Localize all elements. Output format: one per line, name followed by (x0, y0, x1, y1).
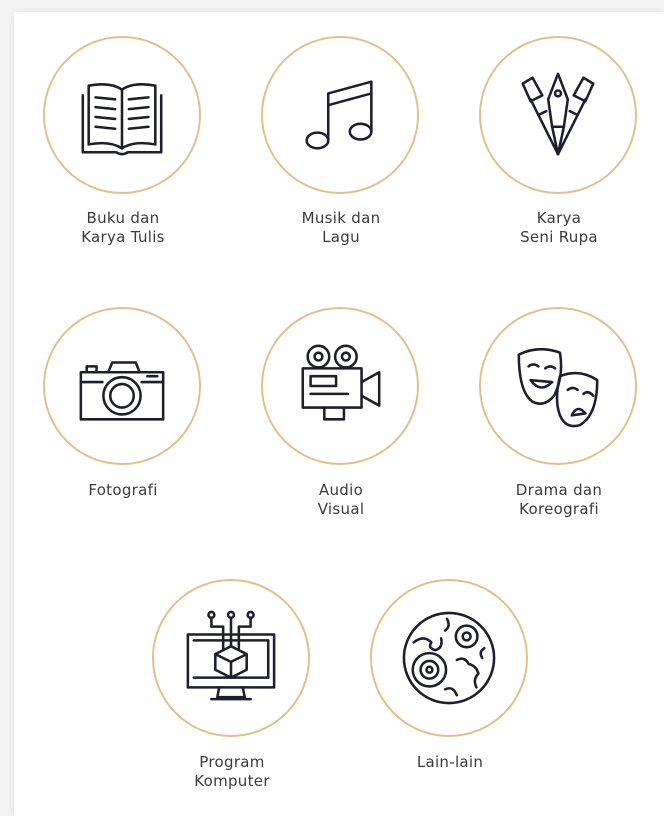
category-label-fotografi: Fotografi (23, 481, 223, 500)
category-circle-musik[interactable] (261, 36, 419, 194)
category-circle-program[interactable] (152, 579, 310, 737)
label-line-1: Lain-lain (416, 753, 484, 771)
open-book-icon (81, 83, 163, 156)
category-label-audio-visual: Audio Visual (241, 481, 441, 519)
category-circle-buku[interactable] (43, 36, 201, 194)
category-label-seni-rupa: Karya Seni Rupa (459, 209, 659, 247)
category-label-lain: Lain-lain (350, 753, 550, 772)
category-circle-drama[interactable] (479, 307, 637, 465)
misc-circle-icon (402, 611, 496, 705)
category-circle-audio-visual[interactable] (261, 307, 419, 465)
label-line-2: Seni Rupa (520, 228, 598, 246)
label-line-1: Karya (536, 209, 582, 227)
computer-program-icon (186, 610, 276, 701)
category-label-program: Program Komputer (132, 753, 332, 791)
category-label-musik: Musik dan Lagu (241, 209, 441, 247)
category-circle-fotografi[interactable] (43, 307, 201, 465)
label-line-1: Musik dan (301, 209, 381, 227)
label-line-1: Audio (318, 481, 364, 499)
music-note-icon (305, 80, 373, 150)
label-line-1: Fotografi (88, 481, 158, 499)
label-line-2: Lagu (322, 228, 360, 246)
label-line-1: Drama dan (515, 481, 603, 499)
label-line-2: Karya Tulis (81, 228, 165, 246)
category-card: Buku dan Karya Tulis Musik dan Lagu Kary… (14, 12, 664, 816)
category-circle-seni-rupa[interactable] (479, 36, 637, 194)
category-circle-lain[interactable] (370, 579, 528, 737)
label-line-2: Koreografi (519, 500, 599, 518)
label-line-1: Buku dan (86, 209, 160, 227)
category-label-drama: Drama dan Koreografi (459, 481, 659, 519)
video-camera-icon (301, 344, 381, 421)
camera-icon (79, 361, 165, 421)
label-line-1: Program (199, 753, 265, 771)
category-label-buku: Buku dan Karya Tulis (23, 209, 223, 247)
label-line-2: Komputer (194, 772, 270, 790)
label-line-2: Visual (317, 500, 365, 518)
art-tools-icon (521, 72, 595, 156)
theater-masks-icon (517, 347, 599, 428)
